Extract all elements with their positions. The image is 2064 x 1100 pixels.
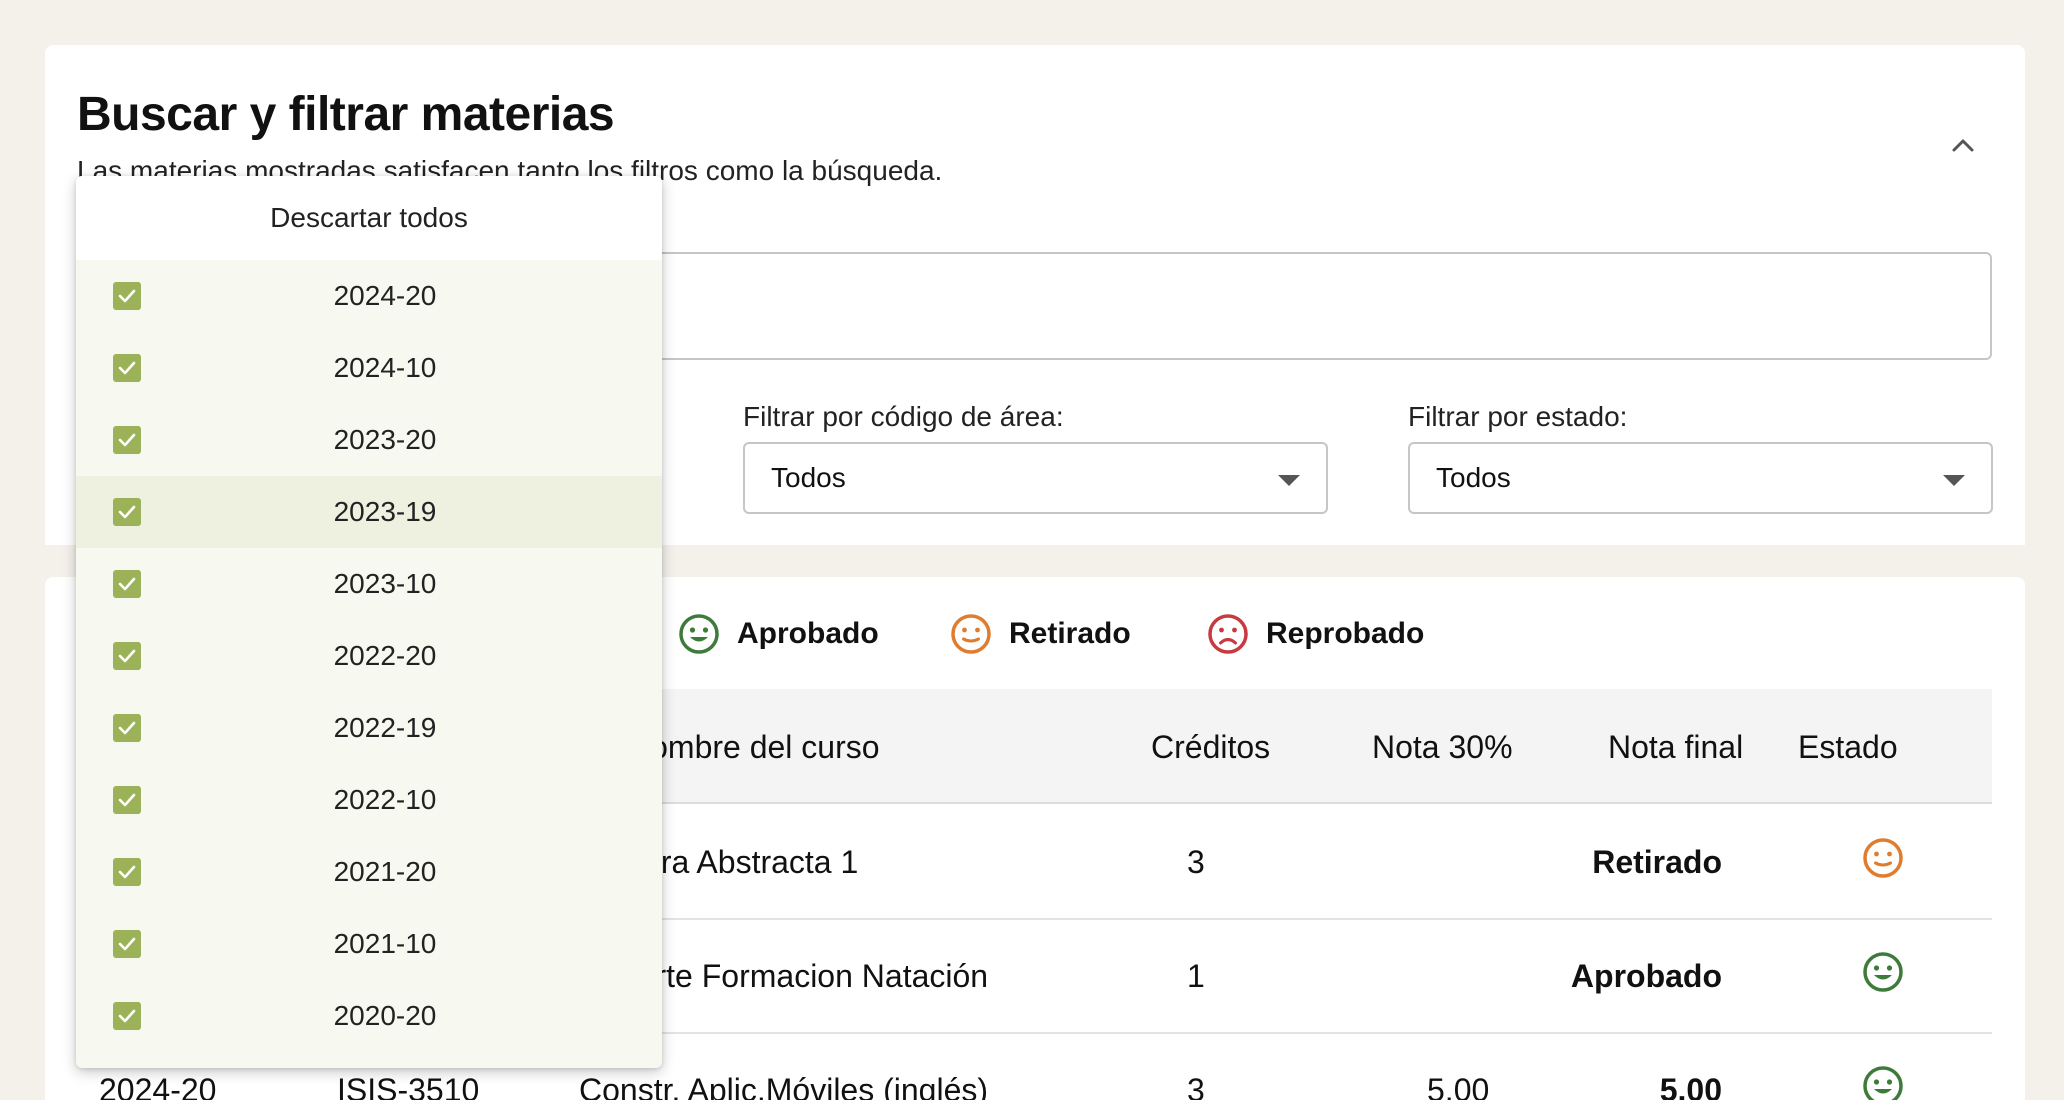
cell-final-grade: Aprobado: [1570, 958, 1722, 994]
header-status[interactable]: Estado: [1798, 729, 1898, 766]
header-final-grade[interactable]: Nota final: [1608, 729, 1743, 766]
cell-grade30: 5.00: [1427, 1072, 1490, 1100]
area-filter-value: Todos: [771, 462, 846, 493]
period-filter-dropdown[interactable]: Descartar todos 2024-20 2024-10 2023-20 …: [76, 176, 662, 1068]
header-course-name[interactable]: Nombre del curso: [627, 729, 880, 766]
legend-withdrawn-label: Retirado: [1009, 617, 1131, 650]
period-option[interactable]: 2022-10: [76, 764, 662, 836]
period-option-label: 2023-10: [333, 568, 437, 599]
period-option[interactable]: 2021-10: [76, 908, 662, 980]
cell-period: 2024-20: [99, 1072, 217, 1100]
neutral-face-icon: [951, 614, 991, 654]
header-credits[interactable]: Créditos: [1151, 729, 1270, 766]
dropdown-caret-icon: [1278, 475, 1300, 486]
period-option[interactable]: 2022-20: [76, 620, 662, 692]
period-option-label: 2021-10: [333, 928, 437, 959]
legend-failed-label: Reprobado: [1266, 617, 1425, 650]
legend-approved: Aprobado: [677, 612, 879, 656]
legend-approved-label: Aprobado: [737, 617, 879, 650]
area-filter-label: Filtrar por código de área:: [743, 401, 1064, 432]
period-option-label: 2022-10: [333, 784, 437, 815]
smiley-face-icon: [679, 614, 719, 654]
period-option[interactable]: 2023-19: [76, 476, 662, 548]
legend-withdrawn: Retirado: [949, 612, 1131, 656]
period-option[interactable]: 2024-10: [76, 332, 662, 404]
period-option[interactable]: 2020-20: [76, 980, 662, 1052]
period-option-label: 2021-20: [333, 856, 437, 887]
period-option-label: 2022-20: [333, 640, 437, 671]
period-option[interactable]: 2024-20: [76, 260, 662, 332]
period-option-label: 2023-20: [333, 424, 437, 455]
smiley-face-icon: [1863, 952, 1903, 992]
dropdown-caret-icon: [1943, 475, 1965, 486]
sad-face-icon: [1208, 614, 1248, 654]
period-option-label: 2024-20: [333, 280, 437, 311]
area-filter-select[interactable]: Todos: [743, 442, 1328, 514]
clear-all-button[interactable]: Descartar todos: [76, 176, 662, 260]
panel-title: Buscar y filtrar materias: [77, 88, 615, 141]
cell-final-grade: 5.00: [1659, 1072, 1722, 1100]
period-option[interactable]: 2021-20: [76, 836, 662, 908]
chevron-up-icon: [1952, 139, 1974, 152]
cell-status: [1861, 836, 1905, 888]
cell-final-grade: Retirado: [1592, 844, 1722, 880]
period-option-label: 2020-20: [333, 1000, 437, 1031]
cell-course-name: Constr. Aplic.Móviles (inglés): [579, 1072, 989, 1100]
period-option-label: 2022-19: [333, 712, 437, 743]
period-option[interactable]: 2023-10: [76, 548, 662, 620]
period-option[interactable]: 2023-20: [76, 404, 662, 476]
status-filter-select[interactable]: Todos: [1408, 442, 1993, 514]
period-option-label: 2024-10: [333, 352, 437, 383]
cell-credits: 3: [1187, 1072, 1205, 1100]
cell-code: ISIS-3510: [337, 1072, 480, 1100]
neutral-face-icon: [1863, 838, 1903, 878]
cell-credits: 1: [1187, 958, 1205, 994]
period-option[interactable]: 2022-19: [76, 692, 662, 764]
period-option-list: 2024-20 2024-10 2023-20 2023-19 2023-10 …: [76, 260, 662, 1052]
status-filter-label: Filtrar por estado:: [1408, 401, 1628, 432]
smiley-face-icon: [1863, 1066, 1903, 1100]
cell-status: [1861, 1064, 1905, 1100]
period-option-label: 2023-19: [333, 496, 437, 527]
status-filter-value: Todos: [1436, 462, 1511, 493]
cell-credits: 3: [1187, 844, 1205, 880]
cell-status: [1861, 950, 1905, 1002]
header-grade30[interactable]: Nota 30%: [1372, 729, 1513, 766]
legend-failed: Reprobado: [1206, 612, 1424, 656]
collapse-button[interactable]: [1943, 125, 1983, 165]
